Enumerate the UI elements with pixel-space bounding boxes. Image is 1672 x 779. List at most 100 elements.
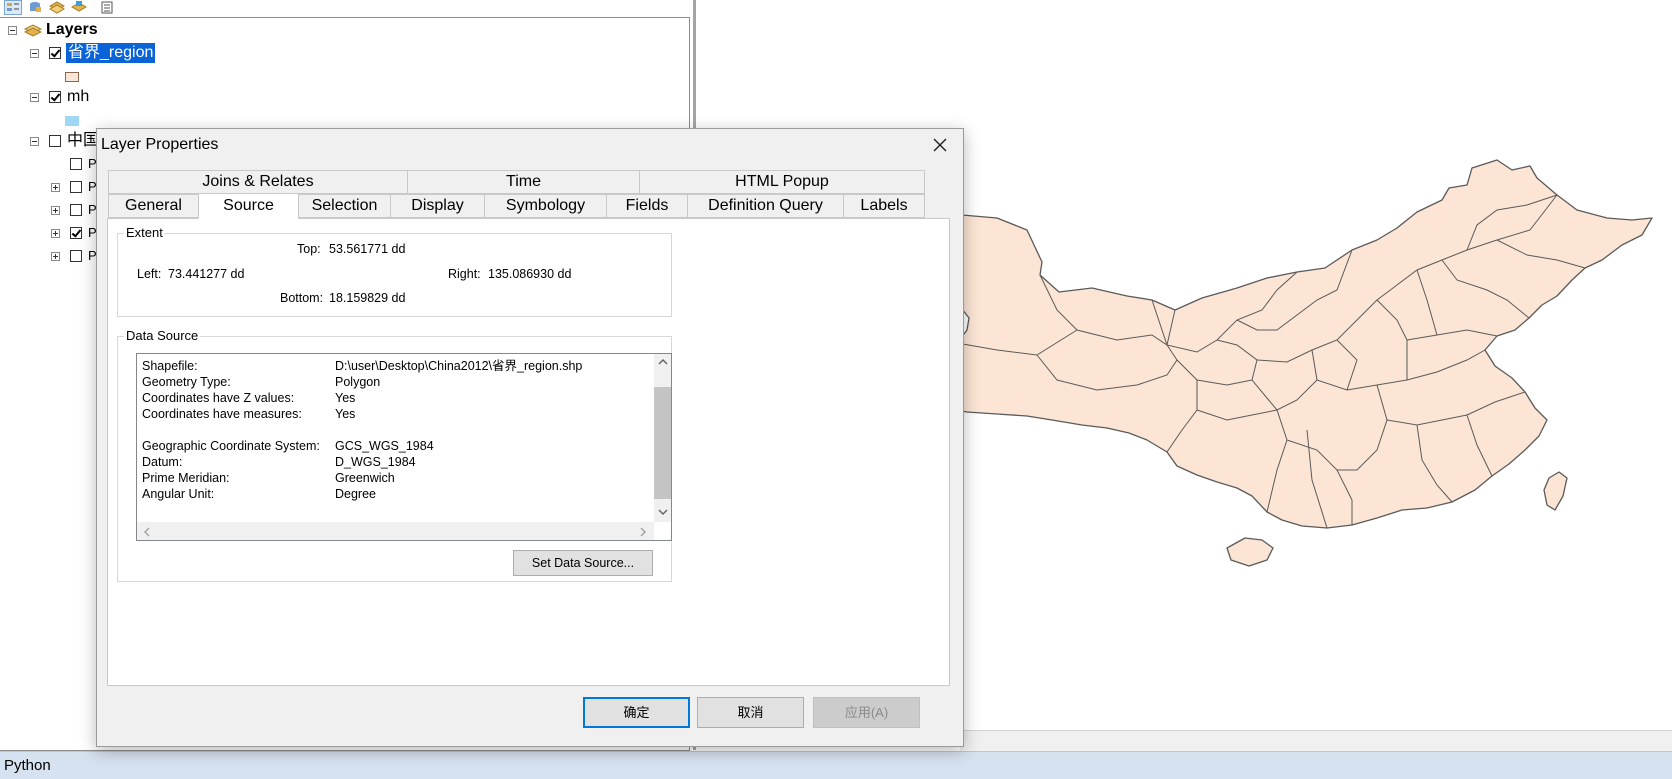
tab-fields[interactable]: Fields [606,194,688,218]
sublayer-row[interactable]: P [0,246,97,266]
scroll-up-icon[interactable] [658,357,668,369]
tree-root-label: Layers [46,21,98,38]
extent-left-value: 73.441277 dd [168,267,245,281]
expand-icon[interactable] [51,252,60,261]
layer-visibility-checkbox[interactable] [70,227,82,239]
scroll-down-icon[interactable] [658,507,668,519]
data-source-row: Geometry Type: Polygon [142,374,647,390]
data-source-row: Prime Meridian: Greenwich [142,470,647,486]
expand-icon[interactable] [51,206,60,215]
layer-label[interactable]: 省界_region [66,43,156,63]
vertical-scrollbar[interactable] [654,354,671,522]
ds-value: Degree [335,487,376,501]
tab-html-popup[interactable]: HTML Popup [639,170,925,194]
scroll-left-icon[interactable] [143,527,151,540]
layers-icon [23,22,43,44]
extent-bottom-value: 18.159829 dd [329,291,406,305]
ds-value: GCS_WGS_1984 [335,439,434,453]
layer-properties-dialog: Layer Properties Joins & Relates Time HT… [96,128,964,747]
tab-definition-query[interactable]: Definition Query [687,194,844,218]
status-bar: Python [0,751,1672,779]
layer-label[interactable]: mh [67,87,89,107]
ds-key: Geographic Coordinate System: [142,439,320,453]
sublayer-row[interactable]: P [0,177,97,197]
layer-visibility-checkbox[interactable] [70,158,82,170]
collapse-icon[interactable] [30,93,39,102]
list-by-visibility-icon[interactable] [48,0,66,15]
tab-source[interactable]: Source [198,193,299,219]
collapse-icon[interactable] [30,137,39,146]
tab-symbology[interactable]: Symbology [484,194,607,218]
ds-key: Prime Meridian: [142,471,230,485]
data-source-info-box[interactable]: Shapefile: D:\user\Desktop\China2012\省界_r… [136,353,672,541]
ds-key: Geometry Type: [142,375,231,389]
cancel-button[interactable]: 取消 [697,697,804,728]
expand-icon[interactable] [51,229,60,238]
layer-visibility-checkbox[interactable] [70,250,82,262]
layer-row-mh[interactable]: mh [0,87,300,107]
ds-value: Yes [335,407,356,421]
scroll-right-icon[interactable] [639,527,647,540]
options-icon[interactable] [98,0,116,15]
list-by-source-icon[interactable] [26,0,44,15]
extent-group: Extent Top: 53.561771 dd Left: 73.441277… [117,225,672,317]
data-source-row: Coordinates have Z values: Yes [142,390,647,406]
tab-general[interactable]: General [108,194,199,218]
sublayer-row[interactable]: P [0,223,97,243]
extent-right-label: Right: [448,267,481,281]
set-data-source-button[interactable]: Set Data Source... [513,550,653,576]
layer-visibility-checkbox[interactable] [70,181,82,193]
sublayer-row[interactable]: P [0,154,97,174]
layer-symbol-swatch[interactable] [65,116,79,126]
data-source-list: Shapefile: D:\user\Desktop\China2012\省界_r… [142,358,647,502]
data-source-group: Data Source Shapefile: D:\user\Desktop\Ch… [117,328,672,582]
tab-time[interactable]: Time [407,170,640,194]
data-source-row: Geographic Coordinate System: GCS_WGS_198… [142,438,647,454]
ds-value: Polygon [335,375,381,389]
scrollbar-thumb[interactable] [654,387,671,499]
source-tab-panel: Extent Top: 53.561771 dd Left: 73.441277… [107,218,950,686]
extent-top-value: 53.561771 dd [329,242,406,256]
list-by-selection-icon[interactable] [70,0,88,15]
ds-value: D:\user\Desktop\China2012\省界_region.shp [335,359,583,373]
ok-button[interactable]: 确定 [583,697,690,728]
layer-visibility-checkbox[interactable] [70,204,82,216]
ds-key: Shapefile: [142,359,198,373]
collapse-icon[interactable] [30,49,39,58]
layer-row-region[interactable]: 省界_region [0,43,300,63]
apply-button[interactable]: 应用(A) [813,697,920,728]
toc-toolbar [0,0,690,18]
tab-display[interactable]: Display [390,194,485,218]
data-source-row [142,422,647,438]
close-icon[interactable] [927,133,953,157]
layer-label[interactable]: 中国 [67,131,99,151]
status-text[interactable]: Python [4,757,51,774]
ds-value: Greenwich [335,471,395,485]
sublayer-row[interactable]: P [0,200,97,220]
ds-key: Coordinates have Z values: [142,391,295,405]
layer-row-china-group[interactable]: 中国 [0,131,99,151]
layer-visibility-checkbox[interactable] [49,91,61,103]
layer-visibility-checkbox[interactable] [49,135,61,147]
tab-selection[interactable]: Selection [298,194,391,218]
extent-right-value: 135.086930 dd [488,267,572,281]
tree-root-layers[interactable]: Layers [0,20,300,40]
map-outline [931,159,1653,529]
tab-labels[interactable]: Labels [843,194,925,218]
expand-icon[interactable] [51,183,60,192]
horizontal-scrollbar[interactable] [137,522,654,540]
data-source-row: Shapefile: D:\user\Desktop\China2012\省界_r… [142,358,647,374]
extent-top-label: Top: [297,242,321,256]
extent-bottom-label: Bottom: [280,291,324,305]
data-source-row: Coordinates have measures: Yes [142,406,647,422]
list-by-drawing-order-icon[interactable] [4,0,22,15]
collapse-icon[interactable] [8,26,17,35]
tab-joins-relates[interactable]: Joins & Relates [108,170,408,194]
extent-left-label: Left: [137,267,162,281]
layer-symbol-swatch[interactable] [65,72,79,82]
layer-visibility-checkbox[interactable] [49,47,61,59]
data-source-title: Data Source [124,328,201,343]
ds-key: Datum: [142,455,183,469]
map-horizontal-scrollbar[interactable] [960,730,1672,751]
ds-value: Yes [335,391,356,405]
